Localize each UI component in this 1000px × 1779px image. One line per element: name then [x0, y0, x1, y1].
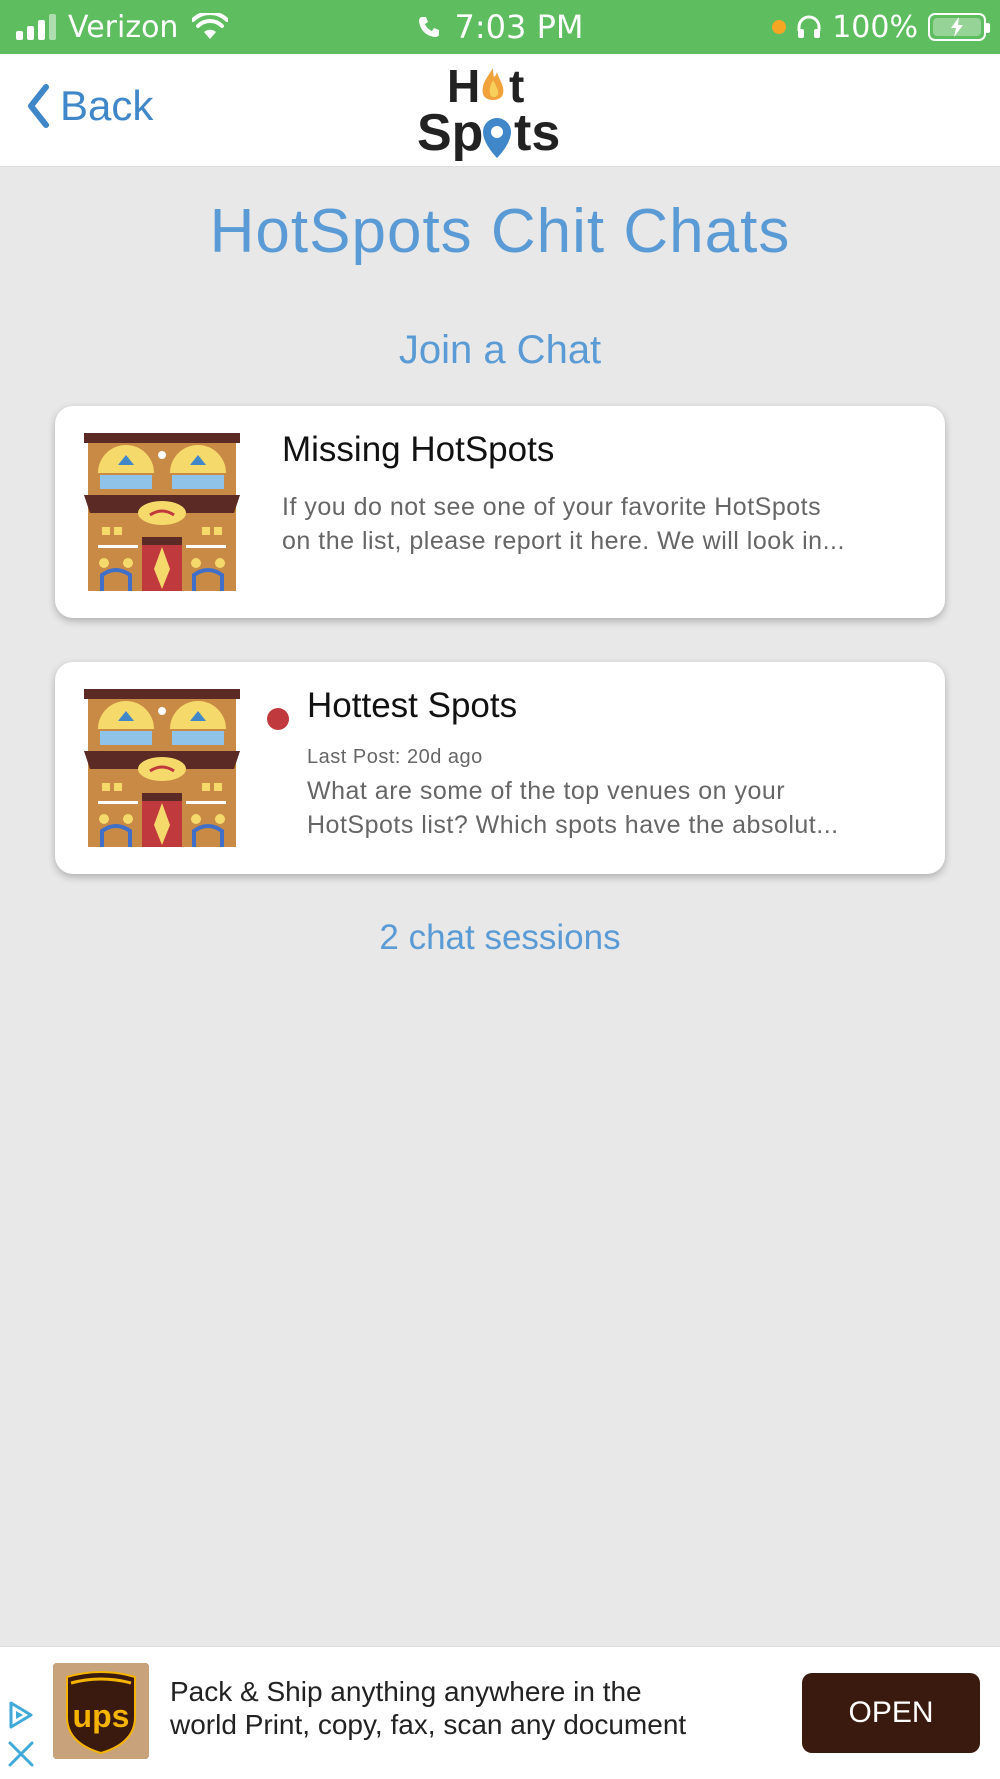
battery-percent: 100% — [832, 9, 918, 45]
hotspots-logo: H t Sp ts — [417, 60, 560, 162]
chat-title: Hottest Spots — [307, 686, 518, 725]
chevron-left-icon — [28, 84, 49, 128]
svg-text:ups: ups — [73, 1698, 130, 1734]
chat-title: Missing HotSpots — [282, 430, 555, 469]
chat-description: What are some of the top venues on your … — [307, 777, 839, 839]
chat-card-hottest-spots[interactable]: Hottest Spots Last Post: 20d ago What ar… — [55, 662, 945, 874]
chat-card-missing-hotspots[interactable]: Missing HotSpots If you do not see one o… — [55, 406, 945, 618]
back-button[interactable]: Back — [26, 82, 153, 130]
battery-charging-icon — [928, 13, 990, 41]
venue-building-icon — [84, 689, 240, 847]
status-right: 100% — [772, 0, 990, 54]
ad-text: Pack & Ship anything anywhere in the wor… — [170, 1676, 687, 1740]
ad-banner[interactable]: ups Pack & Ship anything anywhere in the… — [0, 1646, 1000, 1779]
ups-logo: ups — [53, 1663, 149, 1759]
close-icon[interactable] — [6, 1739, 36, 1769]
status-bar: Verizon 7:03 PM 100% — [0, 0, 1000, 54]
section-heading: Join a Chat — [398, 328, 602, 372]
session-count: 2 chat sessions — [379, 918, 621, 957]
svg-text:ts: ts — [514, 104, 560, 162]
svg-text:Sp: Sp — [417, 104, 483, 162]
back-label: Back — [60, 82, 154, 129]
unread-indicator-icon — [267, 708, 289, 730]
nav-bar: Back H t Sp ts — [0, 54, 1000, 167]
last-post-time: Last Post: 20d ago — [307, 746, 483, 768]
headphones-icon — [797, 15, 821, 38]
recording-indicator-icon — [772, 20, 787, 34]
chat-description: If you do not see one of your favorite H… — [282, 493, 845, 555]
ad-open-button[interactable]: OPEN — [802, 1673, 980, 1753]
clock: 7:03 PM — [454, 8, 584, 46]
venue-building-icon — [84, 433, 240, 591]
phone-call-icon — [418, 17, 439, 37]
page-title: HotSpots Chit Chats — [209, 197, 791, 266]
ad-choices-icon[interactable] — [6, 1699, 36, 1731]
